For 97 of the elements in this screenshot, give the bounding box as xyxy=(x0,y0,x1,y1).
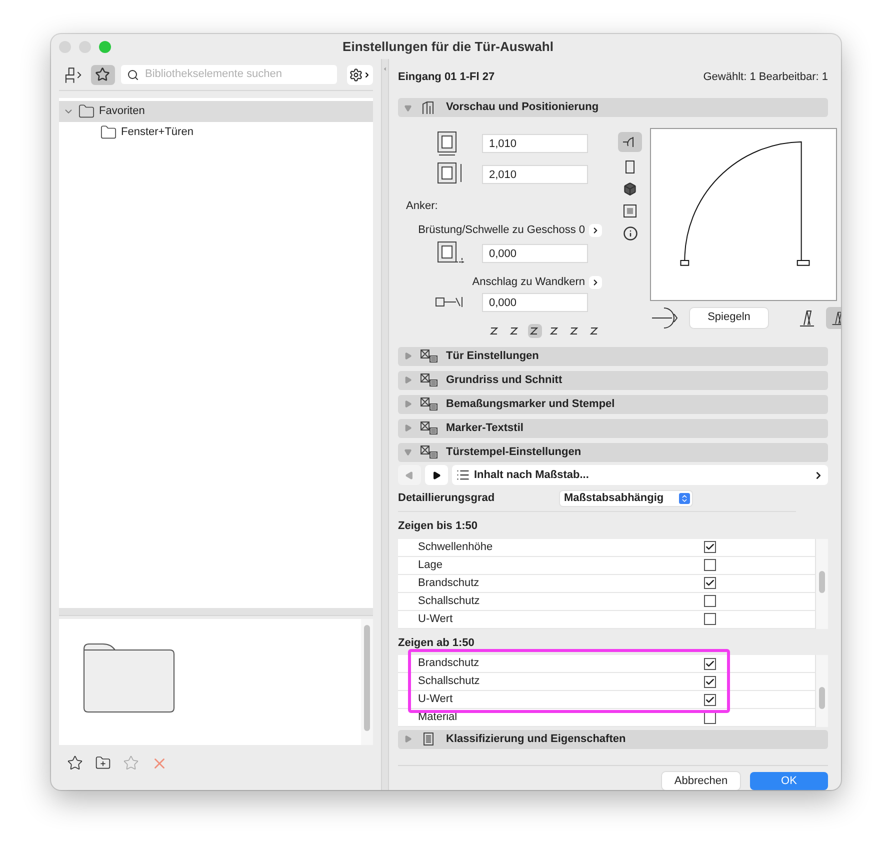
group-title: Zeigen bis 1:50 xyxy=(398,519,478,534)
add-favorite-icon[interactable] xyxy=(67,755,83,771)
triangle-right-icon xyxy=(404,735,412,743)
sill-field[interactable]: 0,000 xyxy=(482,244,588,262)
chevron-right-icon xyxy=(362,70,371,78)
tree-item[interactable]: Fenster+Türen xyxy=(59,122,373,143)
star-icon[interactable] xyxy=(123,755,139,771)
property-label: Schwellenhöhe xyxy=(417,540,494,555)
reveal-label: Anschlag zu Wandkern xyxy=(472,274,585,290)
section-header[interactable]: Grundriss und Schnitt xyxy=(398,370,828,390)
checkbox[interactable] xyxy=(704,541,716,553)
property-label: U-Wert xyxy=(417,692,454,708)
property-label: Brandschutz xyxy=(417,576,480,591)
triangle-down-icon xyxy=(404,448,412,456)
triangle-right-icon xyxy=(404,400,412,408)
chevron-right-icon xyxy=(591,226,600,234)
reveal-field[interactable]: 0,000 xyxy=(482,292,588,312)
door-icon[interactable] xyxy=(625,160,635,174)
check-icon xyxy=(705,542,715,552)
checkbox[interactable] xyxy=(704,595,716,607)
section-icon xyxy=(420,445,438,459)
anchor-label: Anker: xyxy=(406,198,439,214)
section-header[interactable]: Klassifizierung und Eigenschaften xyxy=(398,730,828,748)
triangle-right-icon xyxy=(404,376,412,384)
frame-icon[interactable] xyxy=(622,204,638,218)
scrollbar[interactable] xyxy=(815,538,828,628)
width-field[interactable]: 1,010 xyxy=(482,134,588,152)
triangle-right-icon xyxy=(404,352,412,360)
section-icon xyxy=(420,397,438,411)
scrollbar[interactable] xyxy=(815,655,828,727)
section-title: Vorschau und Positionierung xyxy=(446,100,599,116)
checkbox[interactable] xyxy=(704,613,716,625)
checkbox[interactable] xyxy=(704,559,716,571)
section-title: Marker-Textstil xyxy=(446,420,524,436)
checkbox[interactable] xyxy=(704,658,716,670)
property-label: Brandschutz xyxy=(417,656,480,672)
section-title: Türstempel-Einstellungen xyxy=(446,444,582,460)
scrollbar[interactable] xyxy=(361,619,373,745)
arrow-button[interactable] xyxy=(589,224,602,236)
height-field[interactable]: 2,010 xyxy=(482,164,588,184)
triangle-right-icon xyxy=(404,424,412,432)
property-label: U-Wert xyxy=(417,612,454,627)
cancel-button[interactable]: Abbrechen xyxy=(662,772,740,790)
section-icon xyxy=(420,349,438,363)
triangle-right-icon xyxy=(432,470,441,480)
info-icon[interactable] xyxy=(622,226,638,240)
section-title: Grundriss und Schnitt xyxy=(446,372,562,388)
tree-item[interactable]: Favoriten xyxy=(59,101,373,122)
group-title: Zeigen ab 1:50 xyxy=(398,636,476,650)
next-page-button[interactable] xyxy=(425,465,448,485)
arrow-button[interactable] xyxy=(589,276,602,288)
new-folder-icon[interactable] xyxy=(95,755,111,771)
mirror-button[interactable]: Spiegeln xyxy=(690,308,768,328)
folder-icon xyxy=(100,124,117,141)
checkbox[interactable] xyxy=(704,676,716,688)
section-header[interactable]: Türstempel-Einstellungen xyxy=(398,442,828,462)
checkbox[interactable] xyxy=(704,577,716,589)
property-label: Lage xyxy=(417,558,444,573)
page-selector[interactable]: Inhalt nach Maßstab... xyxy=(452,465,828,485)
section-header[interactable]: Bemaßungsmarker und Stempel xyxy=(398,394,828,414)
chevron-right-icon xyxy=(591,278,600,286)
anchor-option-icon[interactable] xyxy=(528,324,542,338)
star-icon xyxy=(95,67,110,82)
section-title: Tür Einstellungen xyxy=(446,348,539,364)
search-input[interactable]: Bibliothekselemente suchen xyxy=(145,66,331,83)
window-title: Einstellungen für die Tür-Auswahl xyxy=(342,38,554,56)
section-header[interactable]: Vorschau und Positionierung xyxy=(398,98,828,117)
settings-button[interactable] xyxy=(346,64,373,84)
element-name: Eingang 01 1-Fl 27 xyxy=(398,70,495,85)
search-icon xyxy=(127,68,139,80)
checkbox[interactable] xyxy=(704,694,716,706)
property-label: Schallschutz xyxy=(417,674,481,690)
sill-label: Brüstung/Schwelle zu Geschoss 0 xyxy=(418,222,585,238)
section-icon xyxy=(420,421,438,435)
section-title: Bemaßungsmarker und Stempel xyxy=(446,396,615,412)
ok-button[interactable]: OK xyxy=(750,772,828,790)
selection-count: Gewählt: 1 Bearbeitbar: 1 xyxy=(703,70,828,85)
triangle-left-icon xyxy=(405,470,414,480)
section-header[interactable]: Tür Einstellungen xyxy=(398,346,828,366)
stepper-icon xyxy=(679,493,690,504)
section-icon xyxy=(420,373,438,387)
detail-level-label: Detaillierungsgrad xyxy=(398,491,496,506)
section-title: Klassifizierung und Eigenschaften xyxy=(446,732,626,747)
folder-icon xyxy=(78,103,95,120)
cube-icon[interactable] xyxy=(623,182,637,196)
search-field[interactable]: Bibliothekselemente suchen xyxy=(121,65,337,84)
check-icon xyxy=(705,578,715,588)
favorites-button[interactable] xyxy=(90,64,115,84)
folder-preview-icon xyxy=(83,643,175,713)
settings-icon xyxy=(348,68,363,82)
property-label: Schallschutz xyxy=(417,594,481,609)
section-header[interactable]: Marker-Textstil xyxy=(398,418,828,438)
property-label: Material xyxy=(417,710,458,726)
detail-level-dropdown[interactable]: Maßstabsabhängig xyxy=(560,491,692,506)
triangle-down-icon xyxy=(404,104,412,112)
list-icon xyxy=(456,468,470,482)
floor-plan-view-button[interactable] xyxy=(618,132,642,152)
